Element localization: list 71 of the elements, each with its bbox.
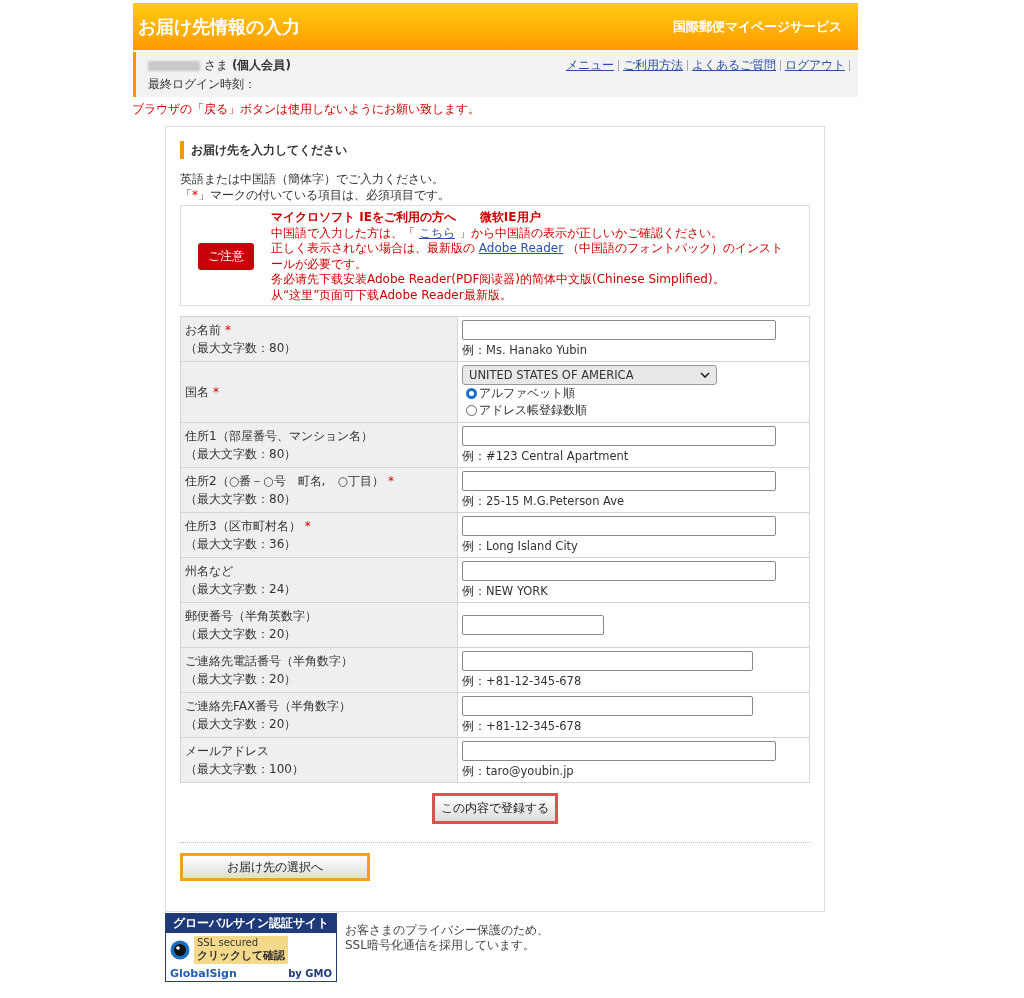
field-label: ご連絡先FAX番号（半角数字） [185,699,352,713]
input-field[interactable] [462,426,776,446]
notice-link[interactable]: こちら [418,225,455,240]
max-length-note: （最大文字数：80） [185,340,298,357]
required-mark: * [213,385,219,399]
notice-link[interactable]: Adobe Reader [478,241,564,255]
required-mark: * [225,323,231,337]
required-mark: * [304,519,311,533]
last-login-label: 最終ログイン時刻： [148,76,257,93]
max-length-note: （最大文字数：80） [185,446,298,463]
field-label: 住所1（部屋番号、マンション名） [185,429,373,443]
input-field[interactable] [462,516,776,536]
member-type: (個人会員) [232,57,291,74]
max-length-note: （最大文字数：20） [185,716,298,733]
required-note: 「*」マークの付いている項目は、必須項目です。 [180,187,451,203]
nav-link[interactable]: ログアウト [785,57,845,74]
honorific: さま [204,57,228,74]
country-select[interactable]: UNITED STATES OF AMERICA [462,365,717,385]
input-field[interactable] [462,651,753,671]
service-name: 国際郵便マイページサービス [673,17,842,36]
example-text: 例：+81-12-345-678 [462,719,583,734]
max-length-note: （最大文字数：20） [185,671,298,688]
example-text: 例：NEW YORK [462,584,549,599]
page-title: お届け先情報の入力 [138,14,300,39]
input-field[interactable] [462,615,604,635]
intro-text: 英語または中国語（簡体字）でご入力ください。 [180,171,445,187]
max-length-note: （最大文字数：24） [185,581,298,598]
max-length-note: （最大文字数：20） [185,626,298,643]
field-label: 郵便番号（半角英数字） [185,609,317,623]
input-field[interactable] [462,561,776,581]
max-length-note: （最大文字数：100） [185,761,305,778]
field-label: 国名 [185,385,209,399]
max-length-note: （最大文字数：80） [185,491,298,508]
eye-icon [170,940,190,960]
max-length-note: （最大文字数：36） [185,536,298,553]
nav-link[interactable]: ご利用方法 [623,57,683,74]
notice-text: 务必请先下载安装Adobe Reader(PDF阅读器)的简体中文版(Chinese Simplified)。 [271,272,726,288]
input-field[interactable] [462,741,776,761]
example-text: 例：25-15 M.G.Peterson Ave [462,494,626,509]
caution-badge: ご注意 [198,243,254,270]
field-label: ご連絡先電話番号（半角数字） [185,654,353,668]
sort-radio-option[interactable]: アドレス帳登録数順 [466,402,805,419]
blurred-name [148,60,200,71]
input-field[interactable] [462,471,776,491]
input-field[interactable] [462,696,753,716]
warning-text: ブラウザの「戻る」ボタンは使用しないようにお願い致します。 [132,101,481,118]
field-label: メールアドレス [185,744,269,758]
example-text: 例：+81-12-345-678 [462,674,583,689]
field-label: お名前 [185,323,221,337]
privacy-note: お客さまのプライバシー保護のため、 SSL暗号化通信を採用しています。 [345,923,549,954]
notice-text: 正しく表示されない場合は、最新版の Adobe Reader （中国語のフォントパック）のインストールが必要です。 [271,241,784,272]
chevron-down-icon [700,372,710,378]
submit-button[interactable]: この内容で登録する [432,793,558,824]
required-mark: * [387,474,394,488]
input-field[interactable] [462,320,776,340]
section-heading: お届け先を入力してください [180,141,810,159]
ssl-badge[interactable]: グローバルサイン認証サイト SSL secured クリックして確認 GlobalSign by GMO [165,913,337,982]
example-text: 例：#123 Central Apartment [462,449,630,464]
example-text: 例：Long Island City [462,539,579,554]
back-button[interactable]: お届け先の選択へ [180,853,370,881]
nav-link[interactable]: メニュー [566,57,614,74]
notice-title: マイクロソフト IEをご利用の方へ 微软IE用户 [271,210,542,226]
notice-text: 中国語で入力した方は、「 こちら 」から中国語の表示が正しいかご確認ください。 [271,225,724,241]
field-label: 住所2（○番－○号 町名, ○丁目） [185,474,384,488]
example-text: 例：taro@youbin.jp [462,764,575,779]
nav-link[interactable]: よくあるご質問 [692,57,776,74]
field-label: 州名など [185,564,233,578]
field-label: 住所3（区市町村名） [185,519,301,533]
sort-radio-option[interactable]: アルファベット順 [466,385,805,402]
example-text: 例：Ms. Hanako Yubin [462,343,588,358]
notice-text: 从“这里”页面可下载Adobe Reader最新版。 [271,287,513,303]
